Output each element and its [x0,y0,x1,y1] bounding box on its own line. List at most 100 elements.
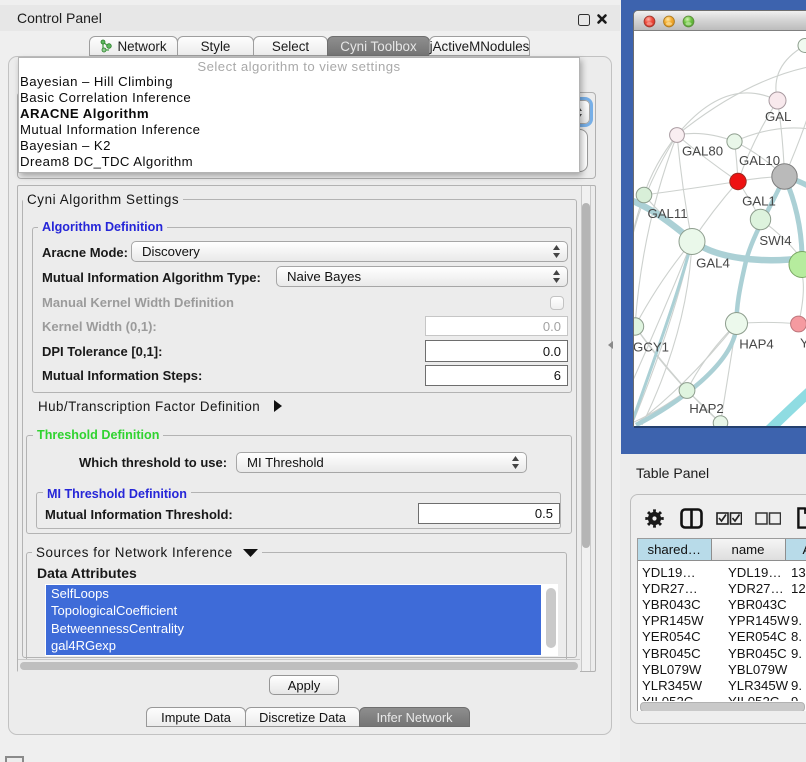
aracne-mode-label: Aracne Mode: [42,246,128,260]
tab-discretize-data[interactable]: Discretize Data [245,707,360,727]
aracne-mode-select[interactable]: Discovery [131,241,568,262]
settings-vscroll-thumb[interactable] [582,203,590,548]
svg-text:HAP4: HAP4 [739,336,773,351]
dropdown-item-bayesian-hill-climbing[interactable]: Bayesian – Hill Climbing [19,74,578,90]
sources-title: Sources for Network Inference [32,546,262,560]
kernel-width-input[interactable]: 0.0 [425,316,568,336]
column-header-third[interactable]: A [786,539,806,561]
table-row[interactable]: YBL079WYBL079W [638,658,806,674]
list-item-selfloops[interactable]: SelfLoops [46,585,541,602]
kernel-width-label: Kernel Width (0,1): [42,320,157,334]
list-vertical-scrollbar[interactable] [546,588,556,648]
tab-infer-network[interactable]: Infer Network [359,707,470,727]
table-panel-title: Table Panel [636,465,709,481]
tab-jactivemnodules[interactable]: jActiveMNodules [429,36,530,56]
table-panel: Table Panel shared… name A [620,454,806,762]
network-window-titlebar[interactable] [634,11,806,31]
unchecked-boxes-icon[interactable] [755,511,781,526]
list-item-betweennesscentrality[interactable]: BetweennessCentrality [46,620,541,637]
node-gal4 [679,228,705,254]
svg-text:HAP2: HAP2 [689,401,723,416]
manual-kernel-checkbox[interactable] [550,296,564,310]
node-gal11 [636,187,652,203]
node-gal80 [670,127,685,142]
which-threshold-label: Which threshold to use: [79,456,227,470]
tab-network[interactable]: Network [89,36,178,56]
column-header-name[interactable]: name [712,539,786,561]
node-top-right [798,38,806,52]
dropdown-item-dream8[interactable]: Dream8 DC_TDC Algorithm [19,154,578,170]
node-hap2 [679,382,695,398]
manual-kernel-label: Manual Kernel Width Definition [42,296,234,310]
mi-type-label: Mutual Information Algorithm Type: [42,271,261,285]
svg-text:GAL80: GAL80 [682,143,723,158]
apply-button[interactable]: Apply [269,675,339,695]
cyni-algorithm-settings-title: Cyni Algorithm Settings [23,193,183,207]
settings-hscroll-thumb[interactable] [20,662,578,671]
svg-text:GAL10: GAL10 [739,153,780,168]
which-threshold-select[interactable]: MI Threshold [236,452,527,473]
tab-cyni-toolbox[interactable]: Cyni Toolbox [327,36,430,56]
float-button[interactable] [578,14,590,26]
table-row[interactable]: YLR345WYLR345W9. [638,674,806,690]
combo-arrows-icon [511,456,520,469]
node-pink [791,316,806,332]
table-row[interactable]: YPR145WYPR145W9. [638,610,806,626]
control-panel: Control Panel Network Style Select Cyni … [0,0,621,762]
dpi-tolerance-label: DPI Tolerance [0,1]: [42,345,162,359]
node-hap4 [726,312,748,334]
tab-style[interactable]: Style [177,36,254,56]
dropdown-item-mutual-information[interactable]: Mutual Information Inference [19,122,578,138]
node-gal [769,92,786,109]
svg-text:GCY1: GCY1 [634,339,669,354]
table-row[interactable]: YDL19…YDL19…13 [638,561,806,577]
app-root: Control Panel Network Style Select Cyni … [0,0,806,762]
network-canvas[interactable]: GAL GAL80 GAL10 GAL1 GAL11 SWI4 GAL4 GCY… [634,31,806,427]
table-row[interactable]: YBR043CYBR043C [638,593,806,609]
sources-collapse-icon[interactable] [243,549,258,557]
dpi-tolerance-input[interactable]: 0.0 [425,340,568,362]
mi-threshold-title: MI Threshold Definition [43,487,191,501]
tab-network-label: Network [117,39,166,54]
combo-arrows-icon [552,270,561,283]
dropdown-item-aracne[interactable]: ARACNE Algorithm [19,106,578,122]
new-document-icon[interactable] [797,507,806,529]
dropdown-item-basic-correlation[interactable]: Basic Correlation Inference [19,90,578,106]
table-row[interactable]: YER054CYER054C8. [638,626,806,642]
divider-collapse-icon[interactable] [608,341,613,349]
close-icon[interactable] [595,12,609,26]
checked-boxes-icon[interactable] [716,511,742,526]
network-icon [100,39,113,53]
dropdown-prompt: Select algorithm to view settings [19,59,579,75]
mi-steps-input[interactable]: 6 [425,365,568,386]
mi-steps-label: Mutual Information Steps: [42,369,202,383]
mi-threshold-input[interactable]: 0.5 [418,503,560,524]
dropdown-item-bayesian-k2[interactable]: Bayesian – K2 [19,138,578,154]
svg-text:SWI4: SWI4 [759,233,791,248]
control-panel-titlebar: Control Panel [0,5,620,31]
node-gal1-red [730,173,746,189]
mi-threshold-label: Mutual Information Threshold: [45,508,233,522]
table-hscroll-thumb[interactable] [640,702,805,711]
tab-select[interactable]: Select [253,36,328,56]
algorithm-dropdown-popup: Select algorithm to view settings Bayesi… [18,57,580,173]
column-header-shared[interactable]: shared… [638,539,712,561]
table-body: YDL19…YDL19…13YDR27…YDR27…12YBR043CYBR04… [638,561,806,701]
table-row[interactable]: YDR27…YDR27…12 [638,577,806,593]
mi-type-select[interactable]: Naive Bayes [276,266,568,287]
table-row[interactable]: YBR045CYBR045C9. [638,642,806,658]
window-traffic-lights[interactable] [643,15,713,28]
tab-impute-data[interactable]: Impute Data [146,707,246,727]
list-item-gal4rgexp[interactable]: gal4RGexp [46,637,541,654]
node-gal10 [727,133,742,148]
gear-icon[interactable] [645,509,664,528]
node-swi4 [750,209,770,229]
hub-expand-icon[interactable] [273,400,283,412]
list-item-topologicalcoefficient[interactable]: TopologicalCoefficient [46,602,541,619]
split-columns-icon[interactable] [680,508,703,529]
control-panel-title: Control Panel [17,10,102,26]
svg-text:GAL: GAL [765,109,791,124]
table-box: shared… name A YDL19…YDL19…13YDR27…YDR27… [637,538,806,711]
docked-panel-icon[interactable] [5,756,24,762]
data-attributes-label: Data Attributes [37,566,137,580]
